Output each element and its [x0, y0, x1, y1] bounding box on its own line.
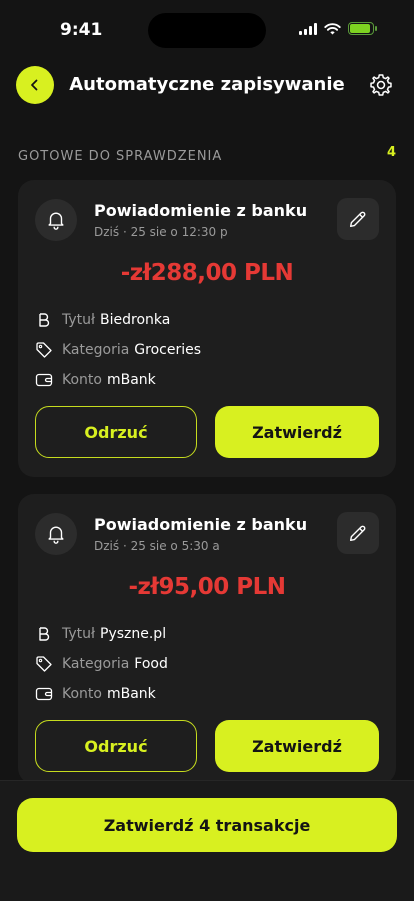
- detail-label: Konto: [62, 372, 102, 388]
- notification-title: Powiadomienie z banku: [94, 201, 308, 220]
- section-header: GOTOWE DO SPRAWDZENIA 4: [18, 145, 396, 164]
- detail-label: Tytuł: [62, 312, 95, 328]
- detail-value: Food: [134, 656, 168, 672]
- transaction-amount: -zł288,00 PLN: [120, 260, 294, 286]
- status-icons: [299, 22, 377, 35]
- detail-value: mBank: [106, 372, 156, 388]
- notification-avatar: [35, 199, 77, 241]
- detail-value: Biedronka: [100, 312, 171, 328]
- gear-icon: [370, 74, 392, 96]
- detail-value: Pyszne.pl: [100, 626, 167, 642]
- transaction-amount: -zł95,00 PLN: [128, 574, 287, 600]
- status-time: 9:41: [60, 20, 103, 40]
- wallet-icon: [35, 373, 53, 387]
- notification-title: Powiadomienie z banku: [94, 515, 308, 534]
- detail-title-row: Tytuł Biedronka: [35, 310, 170, 330]
- detail-value: Groceries: [134, 342, 202, 358]
- detail-title-row: Tytuł Pyszne.pl: [35, 624, 166, 644]
- reject-button[interactable]: Odrzuć: [35, 720, 197, 772]
- bell-icon: [48, 212, 64, 230]
- status-bar: 9:41: [0, 0, 414, 60]
- detail-label: Konto: [62, 686, 102, 702]
- tag-icon: [36, 656, 52, 672]
- section-title: GOTOWE DO SPRAWDZENIA: [18, 149, 223, 164]
- notification-time: Dziś · 25 sie o 12:30 p: [94, 225, 228, 239]
- reject-button[interactable]: Odrzuć: [35, 406, 197, 458]
- detail-label: Kategoria: [62, 342, 130, 358]
- page-title: Automatyczne zapisywanie: [69, 74, 345, 95]
- confirm-button[interactable]: Zatwierdź: [215, 406, 379, 458]
- notification-avatar: [35, 513, 77, 555]
- detail-account-row: Konto mBank: [35, 684, 156, 704]
- detail-account-row: Konto mBank: [35, 370, 156, 390]
- detail-category-row: Kategoria Groceries: [35, 340, 201, 360]
- bold-b-icon: [39, 627, 50, 641]
- edit-button[interactable]: [337, 512, 379, 554]
- pending-count: 4: [386, 145, 396, 160]
- bold-b-icon: [39, 313, 50, 327]
- battery-icon: [348, 22, 377, 35]
- transaction-card: Powiadomienie z banku Dziś · 25 sie o 12…: [18, 180, 396, 477]
- dynamic-island: [148, 13, 266, 48]
- detail-label: Tytuł: [62, 626, 95, 642]
- detail-label: Kategoria: [62, 656, 130, 672]
- pencil-icon: [349, 525, 366, 542]
- notification-time: Dziś · 25 sie o 5:30 a: [94, 539, 220, 553]
- edit-button[interactable]: [337, 198, 379, 240]
- transaction-card: Powiadomienie z banku Dziś · 25 sie o 5:…: [18, 494, 396, 784]
- confirm-button[interactable]: Zatwierdź: [215, 720, 379, 772]
- detail-category-row: Kategoria Food: [35, 654, 168, 674]
- wallet-icon: [35, 687, 53, 701]
- wifi-icon: [324, 22, 341, 34]
- bottom-action-bar: Zatwierdź 4 transakcje: [0, 780, 414, 901]
- settings-button[interactable]: [368, 72, 394, 98]
- bell-icon: [48, 526, 64, 544]
- pencil-icon: [349, 211, 366, 228]
- detail-value: mBank: [106, 686, 156, 702]
- confirm-all-button[interactable]: Zatwierdź 4 transakcje: [17, 798, 397, 852]
- header: Automatyczne zapisywanie: [0, 62, 414, 110]
- signal-icon: [299, 22, 317, 35]
- tag-icon: [36, 342, 52, 358]
